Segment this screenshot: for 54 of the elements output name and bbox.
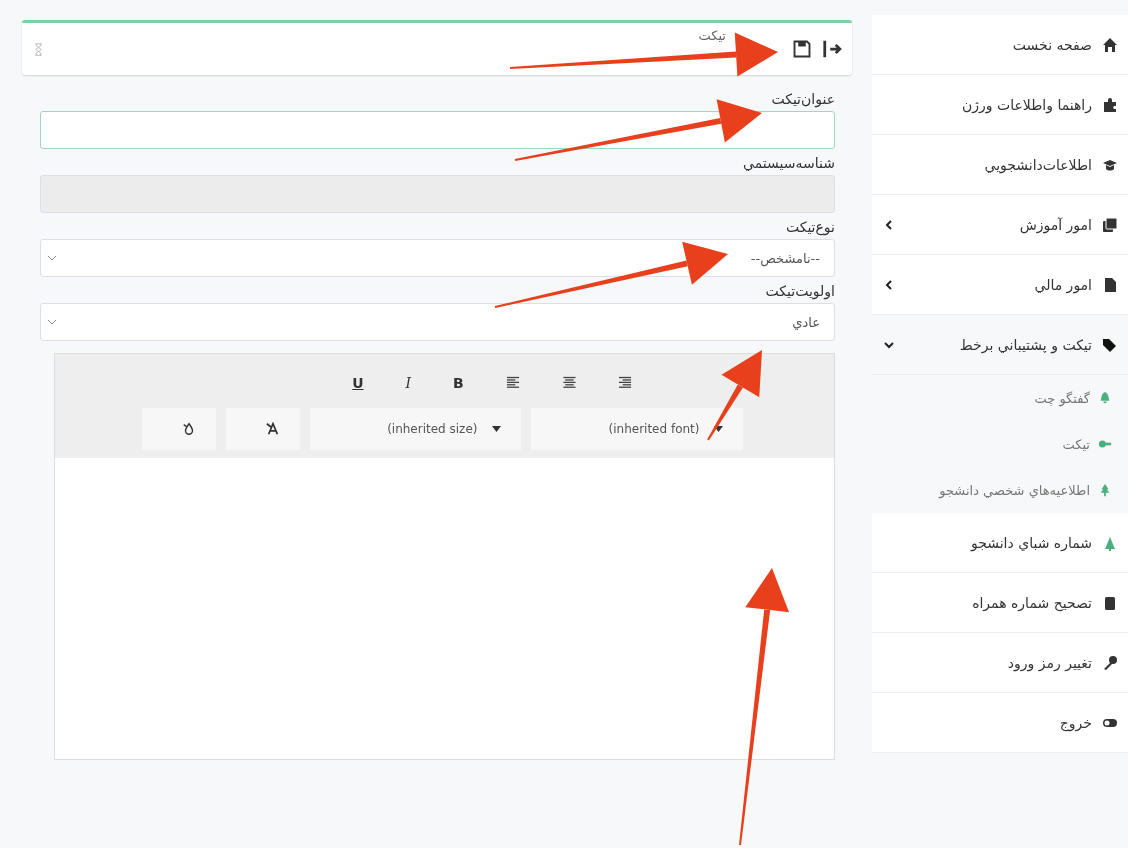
sidebar-label: راهنما واطلاعات ورژن <box>961 96 1092 113</box>
tree-icon <box>1098 483 1112 497</box>
copy-icon <box>1102 216 1118 233</box>
bold-button[interactable]: B <box>449 375 468 391</box>
sidebar-label: تصحیح شماره همراه <box>972 594 1092 611</box>
field-label: عنوان‌تیکت <box>771 91 835 107</box>
submenu-label: تیکت <box>1062 436 1090 452</box>
caret-icon <box>491 426 501 432</box>
phone-icon <box>1102 594 1118 611</box>
select-field[interactable]: --نامشخص-- <box>40 239 835 277</box>
sidebar-item[interactable]: صفحه نخست <box>872 15 1128 75</box>
field-label: شناسه‌سیستمي <box>743 155 835 171</box>
sidebar-item[interactable]: شماره شباي دانشجو <box>872 513 1128 573</box>
highlight-color-button[interactable] <box>141 408 216 450</box>
file-icon <box>1102 276 1118 293</box>
sidebar-item[interactable]: اطلاعات‌دانشجويي <box>872 135 1128 195</box>
field-label: نوع‌تیکت <box>785 219 835 235</box>
header-title: تیکت <box>698 28 726 43</box>
sidebar-label: خروج <box>1059 714 1092 731</box>
chevron-down-icon <box>47 254 57 262</box>
sidebar-label: تیکت و پشتيباني برخط <box>959 336 1092 353</box>
sidebar-item[interactable]: خروج <box>872 693 1128 753</box>
tag-icon <box>1102 336 1118 353</box>
sidebar-label: شماره شباي دانشجو <box>970 534 1092 551</box>
key-icon <box>1102 654 1118 671</box>
sidebar-item[interactable]: امور آموزش <box>872 195 1128 255</box>
underline-button[interactable]: U <box>348 375 368 391</box>
font-family-select[interactable]: (inherited font) <box>530 408 743 450</box>
bell-icon <box>1098 391 1112 405</box>
save-icon <box>792 39 812 59</box>
chevron-down-icon <box>47 318 57 326</box>
sidebar-label: تغيير رمز ورود <box>1007 654 1092 671</box>
puzzle-icon <box>1102 96 1118 113</box>
text-field[interactable] <box>40 111 835 149</box>
letter-a-icon <box>265 422 280 436</box>
field-label: اولویت‌تیکت <box>765 283 835 299</box>
drop-icon <box>181 422 196 436</box>
font-color-button[interactable] <box>225 408 300 450</box>
sidebar-item[interactable]: تغيير رمز ورود <box>872 633 1128 693</box>
sidebar-item[interactable]: امور مالي <box>872 255 1128 315</box>
submenu-label: اطلاعیه‌هاي شخصي دانشجو <box>939 482 1090 498</box>
font-size-select[interactable]: (inherited size) <box>309 408 521 450</box>
select-field[interactable]: عادي <box>40 303 835 341</box>
sidebar-label: امور مالي <box>1034 276 1092 293</box>
sidebar-label: صفحه نخست <box>1012 36 1092 53</box>
sidebar-item[interactable]: تصحیح شماره همراه <box>872 573 1128 633</box>
hourglass-icon <box>32 42 45 56</box>
sidebar-label: امور آموزش <box>1019 216 1092 233</box>
sidebar-item[interactable]: راهنما واطلاعات ورژن <box>872 75 1128 135</box>
sidebar-label: اطلاعات‌دانشجويي <box>984 156 1092 173</box>
home-icon <box>1102 36 1118 53</box>
exit-icon <box>822 38 844 60</box>
submenu-label: گفتگو چت <box>1034 390 1090 406</box>
italic-button[interactable]: I <box>401 375 416 391</box>
